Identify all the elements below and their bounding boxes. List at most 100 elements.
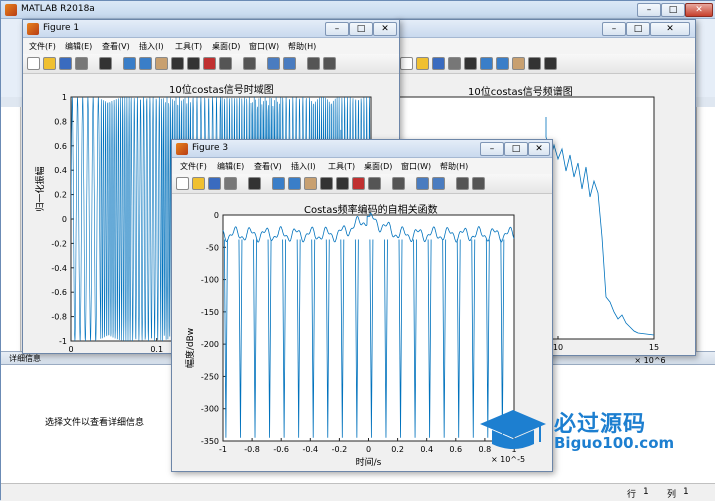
detail-message: 选择文件以查看详细信息 xyxy=(45,418,145,428)
fig3-save-icon[interactable] xyxy=(208,177,221,190)
status-bar: 行 1 列 1 xyxy=(1,483,715,501)
fig2-toolbar xyxy=(396,54,695,74)
fig3-open-file-icon[interactable] xyxy=(192,177,205,190)
fig2-rotate-icon[interactable] xyxy=(528,57,541,70)
fig1-menu-item-5[interactable]: 桌面(D) xyxy=(212,41,240,52)
fig3-close-button[interactable]: ✕ xyxy=(528,142,550,156)
fig1-menu-item-2[interactable]: 查看(V) xyxy=(102,41,130,52)
fig2-maximize-button[interactable]: □ xyxy=(626,22,650,36)
fig1-close-button[interactable]: ✕ xyxy=(373,22,397,36)
figure-1-title-bar[interactable]: Figure 1 – □ ✕ xyxy=(23,20,399,38)
maximize-button[interactable]: □ xyxy=(661,3,685,17)
fig3-menubar: 文件(F) 编辑(E) 查看(V) 插入(I) 工具(T) 桌面(D) 窗口(W) 帮助(H) xyxy=(172,158,552,174)
fig1-dock-icon[interactable] xyxy=(323,57,336,70)
figure-logo-icon xyxy=(176,143,188,155)
fig3-xtick-label: 0.2 xyxy=(391,445,404,454)
fig3-toolbar xyxy=(172,174,552,194)
main-window-title: MATLAB R2018a xyxy=(21,4,95,14)
fig2-print-icon[interactable] xyxy=(448,57,461,70)
fig3-menu-item-3[interactable]: 插入(I) xyxy=(291,161,316,172)
figure-3-title-bar[interactable]: Figure 3 – □ ✕ xyxy=(172,140,552,158)
fig3-menu-item-6[interactable]: 窗口(W) xyxy=(401,161,431,172)
fig1-open-file-icon[interactable] xyxy=(43,57,56,70)
fig1-brush-icon[interactable] xyxy=(203,57,216,70)
fig1-minimize-button[interactable]: – xyxy=(325,22,349,36)
fig1-dropdown-icon[interactable] xyxy=(219,57,232,70)
fig3-menu-item-7[interactable]: 帮助(H) xyxy=(440,161,468,172)
fig1-pan-icon[interactable] xyxy=(155,57,168,70)
fig3-new-file-icon[interactable] xyxy=(176,177,189,190)
fig1-zoom-out-icon[interactable] xyxy=(139,57,152,70)
fig3-hide-icon[interactable] xyxy=(456,177,469,190)
fig1-xtick-label: 0 xyxy=(68,345,73,354)
fig3-rotate-icon[interactable] xyxy=(320,177,333,190)
fig3-zoom-in-icon[interactable] xyxy=(272,177,285,190)
fig1-save-icon[interactable] xyxy=(59,57,72,70)
fig1-zoom-in-icon[interactable] xyxy=(123,57,136,70)
minimize-button[interactable]: – xyxy=(637,3,661,17)
current-folder-pane[interactable] xyxy=(1,107,21,351)
fig2-pointer-icon[interactable] xyxy=(464,57,477,70)
fig3-data-cursor-icon[interactable] xyxy=(336,177,349,190)
fig3-ytick-label: -200 xyxy=(201,340,219,349)
fig1-print-icon[interactable] xyxy=(75,57,88,70)
fig1-link-icon[interactable] xyxy=(243,57,256,70)
fig2-close-button[interactable]: ✕ xyxy=(650,22,690,36)
fig1-legend-icon[interactable] xyxy=(283,57,296,70)
fig2-pan-icon[interactable] xyxy=(512,57,525,70)
fig3-link-icon[interactable] xyxy=(392,177,405,190)
fig1-hide-icon[interactable] xyxy=(307,57,320,70)
fig3-menu-item-5[interactable]: 桌面(D) xyxy=(364,161,392,172)
fig3-dropdown-icon[interactable] xyxy=(368,177,381,190)
fig3-maximize-button[interactable]: □ xyxy=(504,142,528,156)
fig3-zoom-out-icon[interactable] xyxy=(288,177,301,190)
fig3-colorbar-icon[interactable] xyxy=(416,177,429,190)
fig1-ytick-label: -0.4 xyxy=(51,264,67,273)
fig2-zoom-in-icon[interactable] xyxy=(480,57,493,70)
fig1-pointer-icon[interactable] xyxy=(99,57,112,70)
fig3-menu-item-4[interactable]: 工具(T) xyxy=(328,161,355,172)
fig1-colorbar-icon[interactable] xyxy=(267,57,280,70)
fig3-menu-item-2[interactable]: 查看(V) xyxy=(254,161,282,172)
fig1-ytick-label: -0.6 xyxy=(51,288,67,297)
fig1-menu-item-1[interactable]: 编辑(E) xyxy=(65,41,92,52)
fig3-legend-icon[interactable] xyxy=(432,177,445,190)
fig1-rotate-icon[interactable] xyxy=(171,57,184,70)
fig3-ytick-label: -350 xyxy=(201,437,219,446)
fig2-xtick-label: 10 xyxy=(553,343,563,352)
figure-2-title-bar[interactable]: – □ ✕ xyxy=(396,20,695,38)
fig1-menu-item-7[interactable]: 帮助(H) xyxy=(288,41,316,52)
fig3-pointer-icon[interactable] xyxy=(248,177,261,190)
fig1-menu-item-0[interactable]: 文件(F) xyxy=(29,41,56,52)
workspace-pane[interactable] xyxy=(696,107,715,351)
graduation-cap-icon xyxy=(480,410,546,449)
fig2-minimize-button[interactable]: – xyxy=(602,22,626,36)
fig3-axes xyxy=(222,214,515,442)
fig1-menu-item-3[interactable]: 插入(I) xyxy=(139,41,164,52)
fig3-ytick-label: -150 xyxy=(201,308,219,317)
main-title-bar: MATLAB R2018a – □ ✕ xyxy=(1,1,715,19)
fig2-open-file-icon[interactable] xyxy=(416,57,429,70)
fig3-menu-item-0[interactable]: 文件(F) xyxy=(180,161,207,172)
fig1-ytick-label: -0.8 xyxy=(51,313,67,322)
fig3-print-icon[interactable] xyxy=(224,177,237,190)
fig3-pan-icon[interactable] xyxy=(304,177,317,190)
fig3-minimize-button[interactable]: – xyxy=(480,142,504,156)
fig2-new-file-icon[interactable] xyxy=(400,57,413,70)
fig2-zoom-out-icon[interactable] xyxy=(496,57,509,70)
fig1-new-file-icon[interactable] xyxy=(27,57,40,70)
fig3-ytick-label: -100 xyxy=(201,276,219,285)
fig1-ytick-label: 0.8 xyxy=(54,117,67,126)
fig2-data-cursor-icon[interactable] xyxy=(544,57,557,70)
fig2-save-icon[interactable] xyxy=(432,57,445,70)
fig1-ytick-label: 0.6 xyxy=(54,142,67,151)
close-button[interactable]: ✕ xyxy=(685,3,713,17)
fig3-dock-icon[interactable] xyxy=(472,177,485,190)
fig3-ytick-label: -300 xyxy=(201,405,219,414)
fig1-menu-item-4[interactable]: 工具(T) xyxy=(175,41,202,52)
fig1-menu-item-6[interactable]: 窗口(W) xyxy=(249,41,279,52)
fig3-brush-icon[interactable] xyxy=(352,177,365,190)
fig3-menu-item-1[interactable]: 编辑(E) xyxy=(217,161,244,172)
fig1-data-cursor-icon[interactable] xyxy=(187,57,200,70)
fig1-maximize-button[interactable]: □ xyxy=(349,22,373,36)
